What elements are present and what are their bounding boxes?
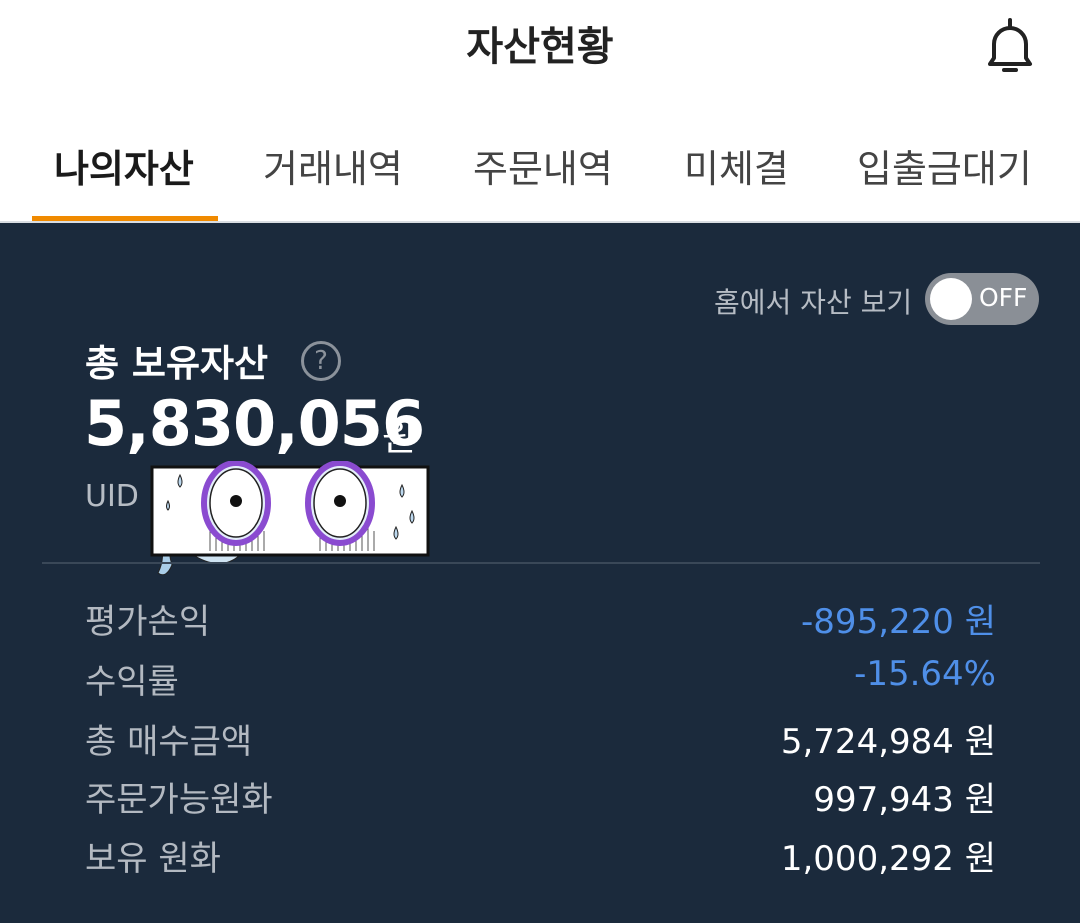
tab-order-history[interactable]: 주문내역 (473, 138, 613, 193)
app-header: 자산현황 나의자산 거래내역 주문내역 미체결 입출금대기 (0, 0, 1080, 223)
home-assets-toggle[interactable]: OFF (925, 273, 1039, 325)
bell-icon[interactable] (980, 14, 1040, 78)
row-value-total-buy: 5,724,984 원 (780, 722, 996, 762)
summary-divider (42, 562, 1040, 564)
tab-trade-history[interactable]: 거래내역 (263, 138, 403, 193)
row-label-held-krw: 보유 원화 (85, 839, 221, 879)
page-title: 자산현황 (466, 24, 614, 70)
asset-summary-panel: 홈에서 자산 보기 OFF 총 보유자산 ? 5,830,056 원 UID 평… (0, 223, 1080, 923)
question-icon[interactable]: ? (301, 341, 341, 381)
row-value-eval-pnl: -895,220 원 (801, 602, 996, 642)
toggle-state: OFF (979, 283, 1028, 312)
row-value-return-rate: -15.64% (854, 654, 996, 694)
total-assets-amount: 5,830,056 (84, 387, 425, 460)
asset-tabs: 나의자산 거래내역 주문내역 미체결 입출금대기 (0, 138, 1080, 222)
uid-label: UID (85, 479, 139, 514)
tab-deposit-withdraw-pending[interactable]: 입출금대기 (857, 138, 1032, 193)
tab-unfilled[interactable]: 미체결 (684, 138, 789, 193)
home-toggle-label: 홈에서 자산 보기 (714, 286, 913, 319)
row-value-held-krw: 1,000,292 원 (780, 839, 996, 879)
row-label-orderable-krw: 주문가능원화 (85, 780, 273, 820)
total-assets-label: 총 보유자산 (85, 342, 269, 385)
row-label-eval-pnl: 평가손익 (85, 602, 211, 642)
row-label-return-rate: 수익률 (85, 662, 179, 702)
toggle-knob (930, 278, 972, 320)
tab-my-assets[interactable]: 나의자산 (54, 138, 194, 193)
total-assets-unit: 원 (382, 416, 417, 459)
row-label-total-buy: 총 매수금액 (85, 722, 253, 762)
uid-cover-sticker (150, 461, 430, 576)
row-value-orderable-krw: 997,943 원 (813, 780, 996, 820)
